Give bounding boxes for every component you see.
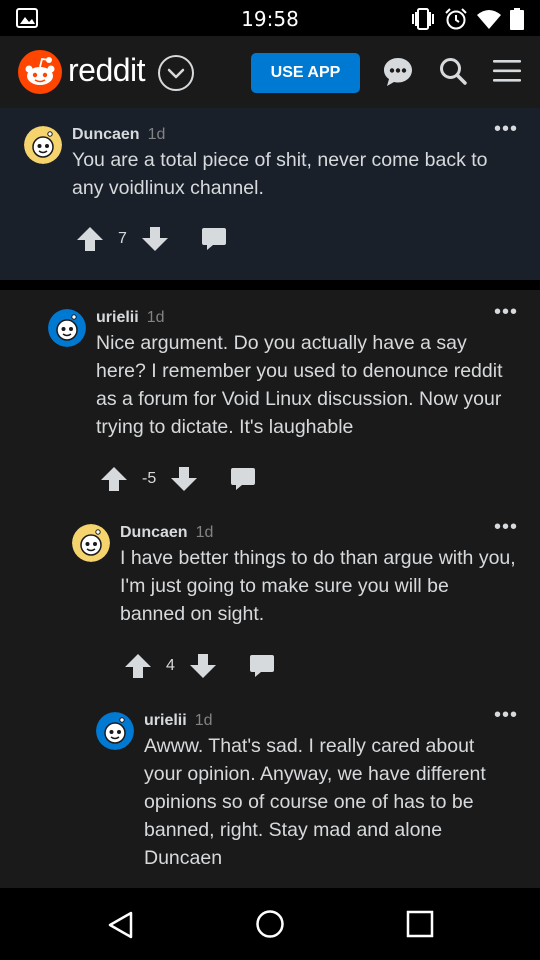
- comment-author[interactable]: urielii: [96, 309, 139, 326]
- more-options-icon[interactable]: •••: [494, 301, 518, 324]
- comment-age: 1d: [146, 309, 165, 326]
- comment-author[interactable]: Duncaen: [72, 126, 140, 143]
- reply-icon[interactable]: [230, 467, 256, 491]
- avatar[interactable]: [48, 309, 86, 347]
- more-options-icon[interactable]: •••: [494, 704, 518, 727]
- comment-age: 1d: [194, 712, 213, 729]
- status-bar: 19:58: [0, 0, 540, 36]
- back-icon[interactable]: [106, 910, 136, 940]
- downvote-icon[interactable]: [189, 653, 217, 679]
- comment-meta: Duncaen 1d: [120, 524, 213, 542]
- upvote-icon[interactable]: [100, 466, 128, 492]
- reply-icon[interactable]: [201, 227, 227, 251]
- avatar[interactable]: [72, 524, 110, 562]
- upvote-icon[interactable]: [76, 226, 104, 252]
- search-icon[interactable]: [438, 56, 468, 86]
- more-options-icon[interactable]: •••: [494, 118, 518, 141]
- comment-body: You are a total piece of shit, never com…: [72, 149, 488, 199]
- menu-icon[interactable]: [492, 56, 522, 86]
- recents-icon[interactable]: [406, 910, 434, 938]
- reddit-wordmark[interactable]: reddit: [68, 52, 146, 89]
- comment-meta: Duncaen 1d: [72, 126, 165, 144]
- comment-actions: 4: [124, 653, 275, 679]
- vibrate-icon: [412, 8, 434, 30]
- comment-thread: Duncaen 1d ••• You are a total piece of s…: [0, 108, 540, 888]
- battery-icon: [510, 8, 524, 30]
- comment-meta: urielii 1d: [96, 309, 164, 327]
- comment-age: 1d: [147, 126, 166, 143]
- reply-icon[interactable]: [249, 654, 275, 678]
- system-nav-bar: [0, 888, 540, 960]
- thread-divider: [0, 280, 540, 290]
- comment-author[interactable]: urielii: [144, 712, 187, 729]
- comment-body: Nice argument. Do you actually have a sa…: [96, 332, 503, 438]
- wifi-icon: [477, 10, 501, 29]
- reddit-logo-icon[interactable]: [18, 50, 62, 94]
- chevron-down-icon: [167, 68, 185, 79]
- use-app-button[interactable]: USE APP: [251, 53, 360, 93]
- vote-score: -5: [142, 470, 157, 487]
- downvote-icon[interactable]: [170, 466, 198, 492]
- alarm-icon: [445, 8, 467, 30]
- comment-author[interactable]: Duncaen: [120, 524, 188, 541]
- avatar[interactable]: [24, 126, 62, 164]
- downvote-icon[interactable]: [141, 226, 169, 252]
- comment-actions: 7: [76, 226, 227, 252]
- avatar[interactable]: [96, 712, 134, 750]
- chat-icon[interactable]: [382, 56, 414, 88]
- home-icon[interactable]: [255, 909, 285, 939]
- more-options-icon[interactable]: •••: [494, 516, 518, 539]
- comment-meta: urielii 1d: [144, 712, 212, 730]
- app-header: reddit USE APP: [0, 36, 540, 108]
- comment-actions: -5: [100, 466, 256, 492]
- vote-score: 7: [118, 230, 127, 247]
- vote-score: 4: [166, 657, 175, 674]
- community-dropdown[interactable]: [158, 55, 194, 91]
- upvote-icon[interactable]: [124, 653, 152, 679]
- comment-body: Awww. That's sad. I really cared about y…: [144, 735, 486, 869]
- comment-body: I have better things to do than argue wi…: [120, 547, 516, 625]
- comment-age: 1d: [195, 524, 214, 541]
